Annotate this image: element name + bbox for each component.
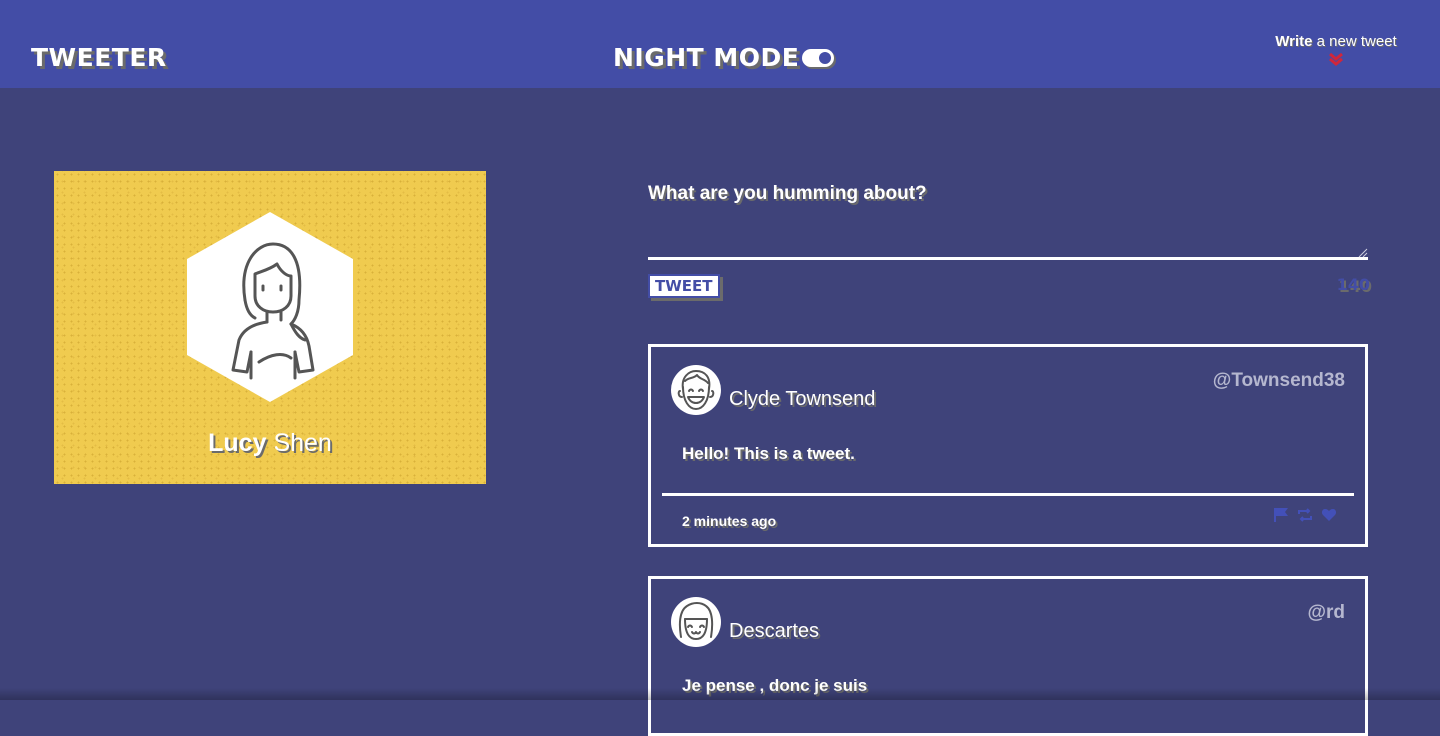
- night-mode-switch[interactable]: Night Mode: [613, 42, 834, 74]
- tweet-body: Je pense , donc je suis: [682, 675, 867, 697]
- write-tweet-text: Write a new tweet: [1271, 33, 1401, 51]
- write-tweet-bold: Write: [1275, 33, 1312, 50]
- double-chevron-down-icon[interactable]: [1327, 52, 1345, 66]
- night-mode-toggle[interactable]: [802, 49, 834, 67]
- woman-avatar-icon: [187, 212, 353, 402]
- tweet-card: Descartes @rd Je pense , donc je suis: [648, 576, 1368, 736]
- tweet-divider: [662, 493, 1354, 496]
- profile-last-name: Shen: [267, 429, 332, 457]
- tweet-card: Clyde Townsend @Townsend38 Hello! This i…: [648, 344, 1368, 547]
- resize-handle-icon[interactable]: [1358, 248, 1368, 258]
- smiling-boy-avatar-icon: [671, 365, 721, 415]
- brand-logo[interactable]: Tweeter: [31, 42, 167, 74]
- tweet-timestamp: 2 minutes ago: [682, 512, 776, 530]
- profile-name: Lucy Shen: [54, 429, 486, 458]
- profile-first-name: Lucy: [208, 429, 266, 457]
- flag-icon[interactable]: [1273, 507, 1289, 527]
- tweet-actions: [1273, 507, 1337, 527]
- retweet-icon[interactable]: [1297, 507, 1313, 527]
- tweet-author-name[interactable]: Descartes: [729, 619, 819, 643]
- tweet-author-name[interactable]: Clyde Townsend: [729, 387, 875, 411]
- write-tweet-rest: a new tweet: [1313, 33, 1397, 50]
- toggle-knob: [819, 52, 831, 64]
- girl-avatar-icon: [671, 597, 721, 647]
- write-tweet-link[interactable]: Write a new tweet: [1271, 33, 1401, 66]
- heart-icon[interactable]: [1321, 507, 1337, 527]
- tweet-textarea[interactable]: [648, 212, 1368, 260]
- tweet-body: Hello! This is a tweet.: [682, 443, 855, 465]
- tweet-author-handle[interactable]: @rd: [1307, 601, 1345, 625]
- char-counter: 140: [1337, 274, 1370, 296]
- night-mode-label: Night Mode: [613, 42, 799, 74]
- tweet-author-handle[interactable]: @Townsend38: [1213, 369, 1345, 393]
- profile-card: Lucy Shen: [54, 171, 486, 484]
- tweet-button[interactable]: Tweet: [648, 274, 720, 298]
- composer-label: What are you humming about?: [648, 181, 927, 207]
- top-nav: Tweeter Night Mode Write a new tweet: [0, 0, 1440, 88]
